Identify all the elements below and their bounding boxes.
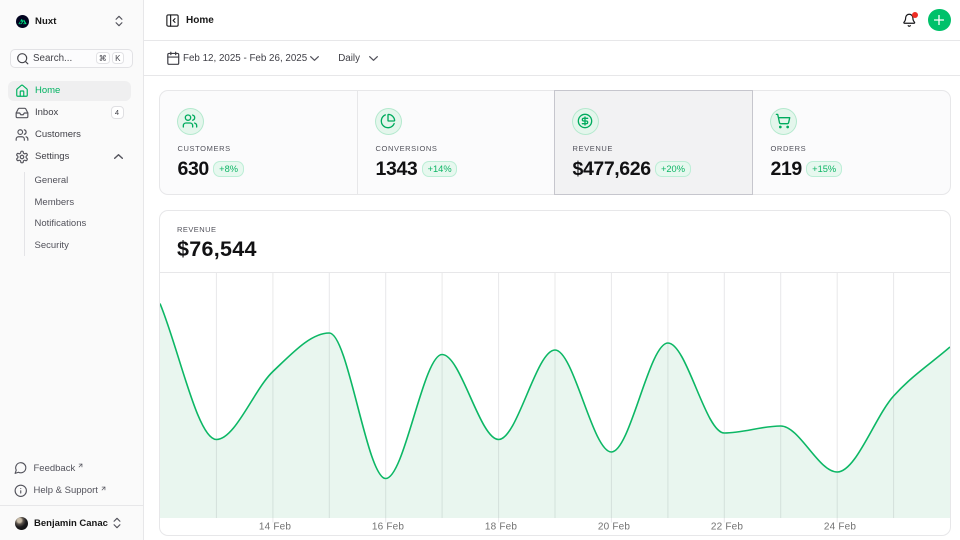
svg-text:16 Feb: 16 Feb (372, 521, 405, 532)
svg-text:14 Feb: 14 Feb (259, 521, 292, 532)
svg-text:20 Feb: 20 Feb (598, 521, 631, 532)
svg-text:18 Feb: 18 Feb (485, 521, 518, 532)
svg-text:24 Feb: 24 Feb (824, 521, 857, 532)
svg-text:22 Feb: 22 Feb (711, 521, 744, 532)
